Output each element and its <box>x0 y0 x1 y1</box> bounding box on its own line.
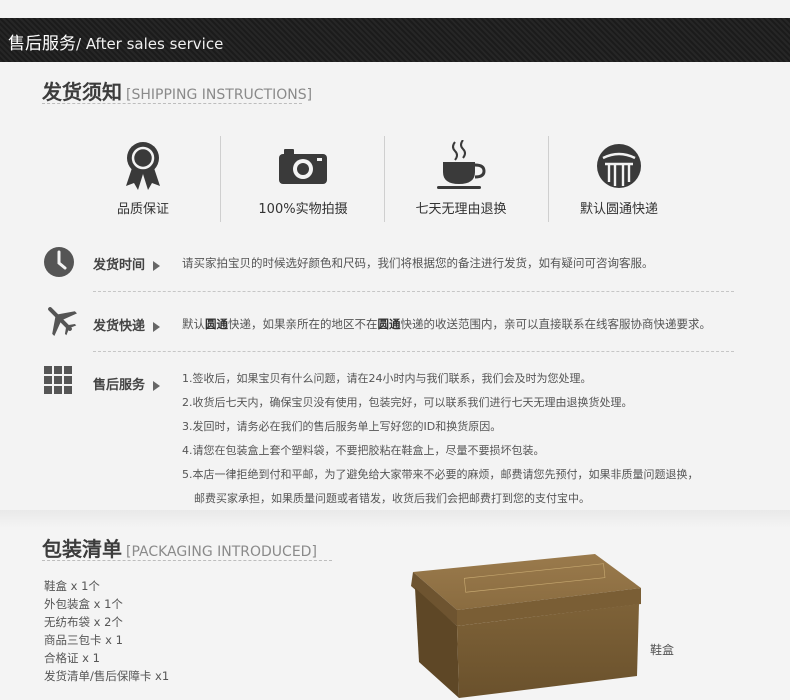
packaging-item: 发货清单/售后保障卡 x1 <box>44 669 170 683</box>
feature-seven-day-return: 七天无理由退换 <box>386 140 536 222</box>
clock-icon <box>43 246 75 278</box>
service-rule-line: 2.收货后七天内，确保宝贝没有使用，包装完好，可以联系我们进行七天无理由退换货处… <box>182 396 633 409</box>
packaging-item: 商品三包卡 x 1 <box>44 633 123 647</box>
shipping-express-text: 默认圆通快递，如果亲所在的地区不在圆通快递的收送范围内，亲可以直接联系在线客服协… <box>182 316 711 332</box>
shipping-time-label: 发货时间 <box>93 254 161 273</box>
service-rule-line: 3.发回时，请务必在我们的售后服务单上写好您的ID和换货原因。 <box>182 420 502 433</box>
express-text-part: 默认 <box>182 317 205 331</box>
shipping-express-label-text: 发货快递 <box>93 319 146 334</box>
packaging-title-en: [PACKAGING INTRODUCED] <box>126 544 317 560</box>
feature-real-photo-label: 100%实物拍摄 <box>258 202 348 217</box>
express-text-part: 快递的收送范围内，亲可以直接联系在线客服协商快递要求。 <box>400 317 712 331</box>
service-rule-line: 5.本店一律拒绝到付和平邮，为了避免给大家带来不必要的麻烦，邮费请您先预付，如果… <box>182 468 699 481</box>
row-divider <box>93 351 734 352</box>
shipping-title-en: [SHIPPING INSTRUCTIONS] <box>126 87 313 103</box>
shipping-time-text: 请买家拍宝贝的时候选好颜色和尺码，我们将根据您的备注进行发货，如有疑问可咨询客服… <box>182 256 654 270</box>
after-sale-service-label-text: 售后服务 <box>93 378 146 393</box>
feature-real-photo: 100%实物拍摄 <box>228 140 378 222</box>
row-divider <box>93 291 734 292</box>
shoebox-image <box>411 554 641 698</box>
ribbon-badge-icon <box>68 140 218 192</box>
grid-icon <box>44 366 72 394</box>
feature-default-express: 默认圆通快递 <box>544 140 694 222</box>
after-sale-service-label: 售后服务 <box>93 374 161 393</box>
packaging-title-cn: 包装清单 <box>42 537 122 561</box>
packaging-section-title: 包装清单 [PACKAGING INTRODUCED] <box>42 533 317 562</box>
airplane-icon <box>43 302 77 336</box>
header-bar: 售后服务/ After sales service <box>0 18 790 62</box>
packaging-title-underline <box>42 560 332 561</box>
camera-icon <box>228 140 378 192</box>
feature-divider <box>220 136 221 222</box>
service-rule-line: 邮费买家承担，如果质量问题或者错发，收货后我们会把邮费打到您的支付宝中。 <box>194 492 590 505</box>
header-title-cn: 售后服务 <box>8 34 76 54</box>
shipping-time-label-text: 发货时间 <box>93 258 146 273</box>
header-title-en: / After sales service <box>76 35 224 53</box>
express-company-name: 圆通 <box>205 317 228 331</box>
shipping-express-label: 发货快递 <box>93 315 161 334</box>
shoebox-label: 鞋盒 <box>650 643 675 657</box>
packaging-item: 外包装盒 x 1个 <box>44 597 123 611</box>
coffee-cup-icon <box>386 140 536 192</box>
service-rule-line: 1.签收后，如果宝贝有什么问题，请在24小时内与我们联系，我们会及时为您处理。 <box>182 372 592 385</box>
arrow-right-icon <box>153 380 161 391</box>
packaging-item: 合格证 x 1 <box>44 651 100 665</box>
shipping-section-title: 发货须知 [SHIPPING INSTRUCTIONS] <box>42 76 312 105</box>
shipping-title-cn: 发货须知 <box>42 80 122 104</box>
feature-quality: 品质保证 <box>68 140 218 222</box>
service-rule-line: 4.请您在包装盒上套个塑料袋，不要把胶粘在鞋盒上，尽量不要损坏包装。 <box>182 444 545 457</box>
packaging-item: 鞋盒 x 1个 <box>44 579 100 593</box>
packaging-item: 无纺布袋 x 2个 <box>44 615 123 629</box>
express-company-name: 圆通 <box>377 317 401 331</box>
feature-divider <box>384 136 385 222</box>
arrow-right-icon <box>153 321 161 332</box>
feature-quality-label: 品质保证 <box>116 202 169 217</box>
arrow-right-icon <box>153 260 161 271</box>
courier-logo-icon <box>544 140 694 192</box>
feature-default-express-label: 默认圆通快递 <box>579 202 658 217</box>
header-title: 售后服务/ After sales service <box>8 29 223 54</box>
shipping-title-underline <box>42 103 302 104</box>
feature-seven-day-return-label: 七天无理由退换 <box>415 202 507 217</box>
express-text-part: 快递，如果亲所在的地区不在 <box>228 317 378 331</box>
